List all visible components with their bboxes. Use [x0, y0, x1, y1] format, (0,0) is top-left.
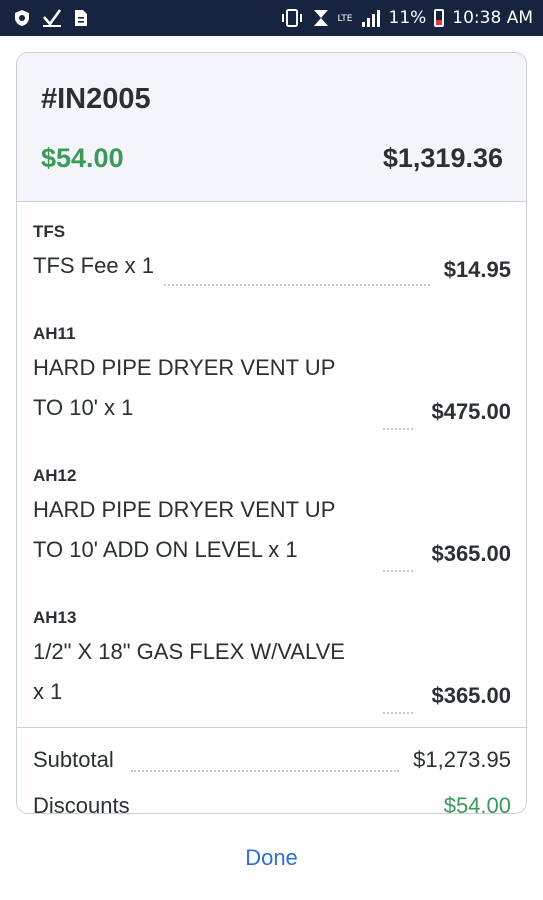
subtotal-label: Subtotal — [33, 747, 114, 772]
leader-line — [131, 770, 399, 772]
item-description: x 1 — [33, 679, 63, 704]
totals-divider — [17, 727, 526, 728]
total-amount: $1,319.36 — [382, 143, 503, 173]
clock: 10:38 AM — [452, 8, 533, 28]
item-code: AH13 — [33, 608, 77, 627]
battery-percent: 11% — [388, 8, 427, 28]
signal-icon — [361, 9, 381, 27]
status-bar-right: LTE 11% 10:38 AM — [280, 8, 533, 28]
line-item: AH12 HARD PIPE DRYER VENT UP TO 10' ADD … — [33, 466, 511, 576]
status-bar: LTE 11% 10:38 AM — [0, 0, 543, 36]
discounts-label: Discounts — [33, 793, 130, 814]
battery-icon — [434, 9, 445, 27]
discounts-row: Discounts $54.00 — [33, 793, 511, 814]
shield-icon — [14, 9, 30, 27]
leader-line — [164, 284, 430, 286]
check-icon — [42, 8, 62, 28]
lte-icon: LTE — [337, 14, 353, 24]
status-bar-left — [14, 8, 88, 28]
invoice-number: #IN2005 — [41, 83, 151, 115]
invoice-header: #IN2005 $54.00 $1,319.36 — [17, 53, 526, 202]
alarm-icon — [312, 8, 330, 28]
subtotal-value: $1,273.95 — [413, 747, 511, 772]
paid-amount: $54.00 — [41, 143, 124, 173]
item-description: TO 10' x 1 — [33, 395, 134, 420]
line-item: AH13 1/2" X 18" GAS FLEX W/VALVE x 1 $36… — [33, 608, 511, 718]
item-price: $475.00 — [431, 399, 511, 424]
leader-line — [383, 570, 413, 572]
leader-line — [383, 428, 413, 430]
item-code: TFS — [33, 222, 66, 241]
document-icon — [74, 9, 88, 27]
item-price: $14.95 — [443, 257, 511, 282]
item-price: $365.00 — [431, 541, 511, 566]
item-description: 1/2" X 18" GAS FLEX W/VALVE — [33, 639, 345, 664]
item-description: HARD PIPE DRYER VENT UP — [33, 497, 336, 522]
discounts-value: $54.00 — [443, 793, 511, 814]
subtotal-row: Subtotal $1,273.95 — [33, 747, 511, 777]
item-description: TO 10' ADD ON LEVEL x 1 — [33, 537, 298, 562]
item-description: TFS Fee x 1 — [33, 253, 155, 278]
item-description: HARD PIPE DRYER VENT UP — [33, 355, 336, 380]
done-button[interactable]: Done — [0, 830, 543, 886]
leader-line — [383, 712, 413, 714]
item-code: AH11 — [33, 324, 76, 343]
item-code: AH12 — [33, 466, 77, 485]
invoice-card: #IN2005 $54.00 $1,319.36 TFS TFS Fee x 1… — [16, 52, 527, 814]
vibrate-icon — [280, 8, 304, 28]
line-item: AH11 HARD PIPE DRYER VENT UP TO 10' x 1 … — [33, 324, 511, 434]
line-item: TFS TFS Fee x 1 $14.95 — [33, 222, 511, 292]
item-price: $365.00 — [431, 683, 511, 708]
